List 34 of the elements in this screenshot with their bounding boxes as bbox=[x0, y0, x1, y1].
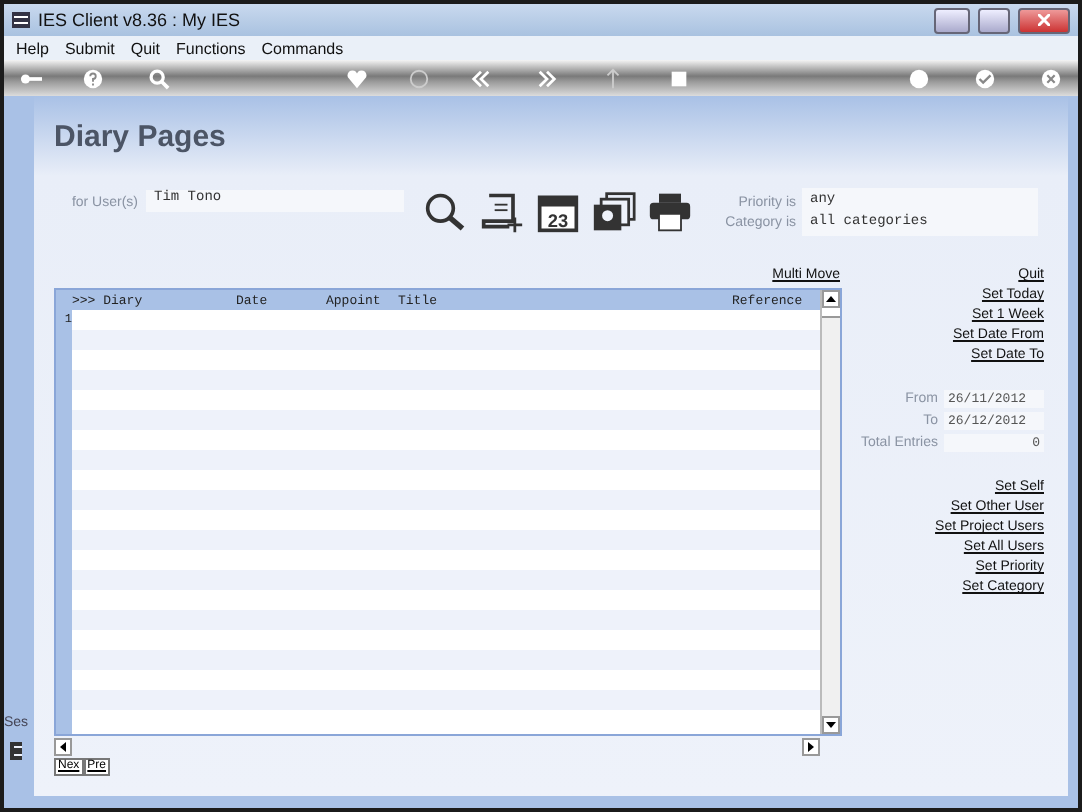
close-icon bbox=[1038, 14, 1050, 26]
scroll-thumb[interactable] bbox=[822, 308, 840, 318]
close-icon[interactable] bbox=[1040, 67, 1062, 89]
left-arrow-icon[interactable] bbox=[58, 741, 68, 751]
page-title: Diary Pages bbox=[54, 120, 228, 158]
calendar-icon[interactable]: 23 bbox=[536, 190, 580, 234]
stop-icon[interactable] bbox=[668, 67, 690, 89]
up-arrow-icon[interactable] bbox=[826, 294, 836, 304]
scroll-up-button[interactable] bbox=[822, 290, 840, 308]
right-arrow-icon[interactable] bbox=[806, 741, 816, 751]
document-add-icon[interactable] bbox=[480, 190, 524, 234]
close-button[interactable] bbox=[1018, 7, 1070, 33]
menu-item[interactable]: Functions bbox=[176, 39, 246, 57]
scroll-down-button[interactable] bbox=[822, 716, 840, 734]
menu-item[interactable]: Help bbox=[16, 39, 49, 57]
printer-icon[interactable] bbox=[648, 190, 692, 234]
scroll-right-button[interactable] bbox=[802, 737, 820, 755]
help-icon[interactable] bbox=[82, 67, 104, 89]
check-icon[interactable] bbox=[974, 67, 996, 89]
minimize-button[interactable] bbox=[934, 7, 970, 33]
down-arrow-icon[interactable] bbox=[826, 720, 836, 730]
window-title: IES Client v8.36 : My IES bbox=[38, 10, 241, 30]
maximize-button[interactable] bbox=[978, 7, 1010, 33]
scroll-left-button[interactable] bbox=[54, 737, 72, 755]
double-left-icon[interactable] bbox=[470, 67, 492, 89]
stacked-photos-icon[interactable] bbox=[592, 190, 636, 234]
app-icon bbox=[12, 12, 30, 28]
menu-item[interactable]: Submit bbox=[64, 39, 115, 57]
menu-item[interactable]: Quit bbox=[130, 39, 161, 57]
menu-item[interactable]: Commands bbox=[261, 39, 344, 57]
search-icon[interactable] bbox=[424, 190, 468, 234]
side-icon[interactable] bbox=[10, 742, 22, 760]
double-right-icon[interactable] bbox=[536, 67, 558, 89]
heart-icon[interactable] bbox=[346, 67, 368, 89]
